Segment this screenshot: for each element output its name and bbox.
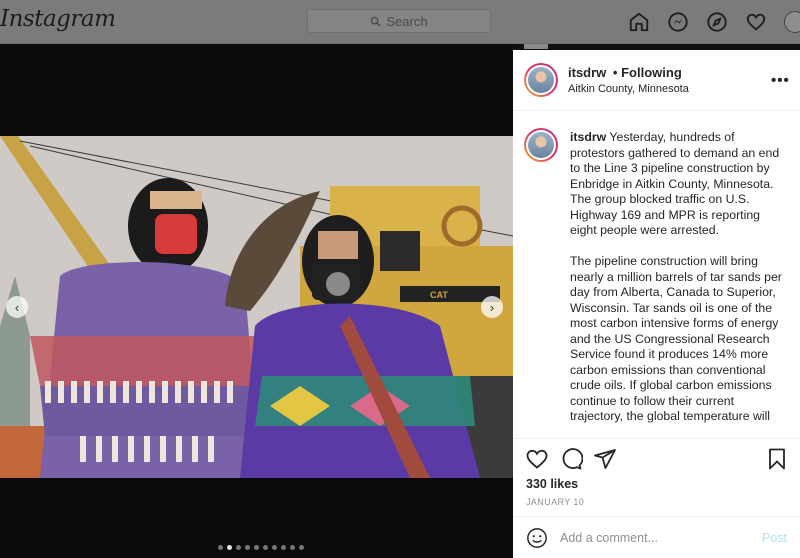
comment-input[interactable]: [560, 527, 750, 549]
likes-count[interactable]: 330 likes: [526, 477, 578, 491]
post-date: JANUARY 10: [526, 497, 585, 507]
carousel-dot: [272, 545, 277, 550]
separator-dot: •: [612, 65, 618, 80]
author-avatar[interactable]: [524, 63, 558, 97]
messenger-icon[interactable]: [666, 10, 690, 34]
chevron-left-icon: ‹: [14, 299, 20, 315]
carousel-dot: [281, 545, 286, 550]
carousel-dot: [227, 545, 232, 550]
emoji-icon[interactable]: [526, 527, 548, 549]
carousel-dot: [254, 545, 259, 550]
home-icon[interactable]: [627, 10, 651, 34]
post-photo-illustration: CAT: [0, 136, 513, 478]
caption-text: itsdrw Yesterday, hundreds of protestors…: [570, 130, 790, 440]
caption-paragraph-2: The pipeline construction will bring nea…: [570, 254, 782, 423]
caption-username-link[interactable]: itsdrw: [570, 130, 606, 144]
carousel-dot: [299, 545, 304, 550]
like-heart-icon[interactable]: [525, 447, 549, 471]
nav-icons: [627, 10, 800, 34]
search-box[interactable]: Search: [307, 9, 491, 33]
carousel-prev-button[interactable]: ‹: [6, 296, 28, 318]
carousel-dot: [218, 545, 223, 550]
instagram-logo[interactable]: Instagram: [0, 6, 116, 32]
comment-icon[interactable]: [559, 447, 583, 471]
heart-icon[interactable]: [744, 10, 768, 34]
location-link[interactable]: Aitkin County, Minnesota: [568, 83, 689, 95]
explore-icon[interactable]: [705, 10, 729, 34]
post-details-panel: itsdrw • Following Aitkin County, Minnes…: [513, 50, 800, 558]
carousel-indicator: [218, 545, 304, 550]
post-comment-button[interactable]: Post: [762, 531, 787, 545]
carousel-dot: [245, 545, 250, 550]
author-username-link[interactable]: itsdrw: [568, 65, 606, 80]
save-bookmark-icon[interactable]: [765, 447, 789, 471]
carousel-dot: [236, 545, 241, 550]
top-navigation: Instagram Search: [0, 0, 800, 44]
feed-tile-edge: [524, 44, 548, 49]
carousel-dot: [290, 545, 295, 550]
post-photo[interactable]: CAT: [0, 136, 513, 478]
caption-paragraph-1: Yesterday, hundreds of protestors gather…: [570, 130, 780, 237]
more-options-icon[interactable]: •••: [771, 72, 790, 89]
svg-text:CAT: CAT: [430, 290, 448, 300]
carousel-next-button[interactable]: ›: [481, 296, 503, 318]
search-placeholder: Search: [386, 13, 428, 29]
carousel-dot: [263, 545, 268, 550]
post-header: itsdrw • Following Aitkin County, Minnes…: [513, 50, 800, 111]
chevron-right-icon: ›: [489, 299, 495, 315]
share-icon[interactable]: [593, 447, 617, 471]
following-button[interactable]: Following: [621, 65, 682, 80]
header-username-row: itsdrw • Following: [568, 65, 682, 80]
caption-author-avatar[interactable]: [524, 128, 558, 162]
post-actions: 330 likes JANUARY 10: [513, 438, 800, 518]
search-icon: [371, 16, 381, 27]
profile-avatar[interactable]: [783, 10, 800, 34]
caption-section: itsdrw Yesterday, hundreds of protestors…: [513, 112, 800, 486]
add-comment-bar: Post: [513, 516, 800, 558]
